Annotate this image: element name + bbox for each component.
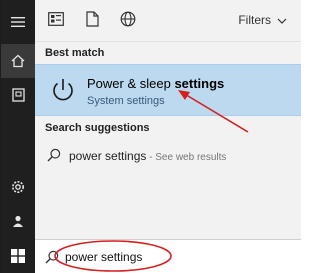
- documents-icon: [11, 88, 25, 102]
- search-box-icon: [45, 250, 59, 264]
- filters-dropdown[interactable]: Filters: [238, 13, 287, 27]
- best-match-title: Power & sleep settings: [87, 76, 224, 91]
- search-suggestions-heading: Search suggestions: [45, 122, 150, 134]
- best-match-subtitle: System settings: [87, 95, 165, 107]
- search-icon: [47, 148, 61, 162]
- home-icon: [11, 54, 25, 68]
- search-input[interactable]: [65, 248, 265, 266]
- start-search-window: Filters Best match Power & sleep setting…: [0, 0, 301, 273]
- search-bar: [35, 239, 301, 273]
- rail-settings-button[interactable]: [1, 170, 35, 204]
- power-icon: [49, 76, 77, 104]
- globe-icon: [120, 11, 136, 32]
- user-icon: [11, 214, 25, 228]
- document-icon: [85, 10, 99, 32]
- rail-home-button[interactable]: [1, 44, 35, 78]
- suggestion-text: power settings - See web results: [69, 149, 226, 163]
- best-match-result[interactable]: Power & sleep settings System settings: [35, 64, 301, 116]
- best-match-title-prefix: Power & sleep: [87, 76, 175, 91]
- documents-scope-button[interactable]: [83, 10, 101, 32]
- chevron-down-icon: [277, 13, 287, 27]
- web-scope-button[interactable]: [119, 11, 137, 32]
- rail-start-button[interactable]: [1, 239, 35, 273]
- suggestion-hint: - See web results: [146, 152, 227, 163]
- best-match-title-bold: settings: [174, 76, 225, 91]
- apps-scope-button[interactable]: [47, 11, 65, 31]
- results-panel: Best match Power & sleep settings System…: [35, 42, 301, 239]
- suggestion-query: power settings: [69, 149, 147, 163]
- best-match-heading: Best match: [45, 47, 105, 59]
- settings-icon: [11, 180, 25, 194]
- left-rail: [1, 0, 35, 273]
- app-grid-icon: [48, 11, 64, 31]
- rail-user-button[interactable]: [1, 204, 35, 238]
- search-scope-bar: Filters: [35, 0, 301, 42]
- suggestion-item[interactable]: power settings - See web results: [35, 144, 301, 168]
- menu-icon: [11, 16, 25, 28]
- filters-label: Filters: [238, 13, 271, 27]
- rail-menu-button[interactable]: [1, 5, 35, 39]
- windows-start-icon: [11, 249, 25, 263]
- rail-documents-button[interactable]: [1, 78, 35, 112]
